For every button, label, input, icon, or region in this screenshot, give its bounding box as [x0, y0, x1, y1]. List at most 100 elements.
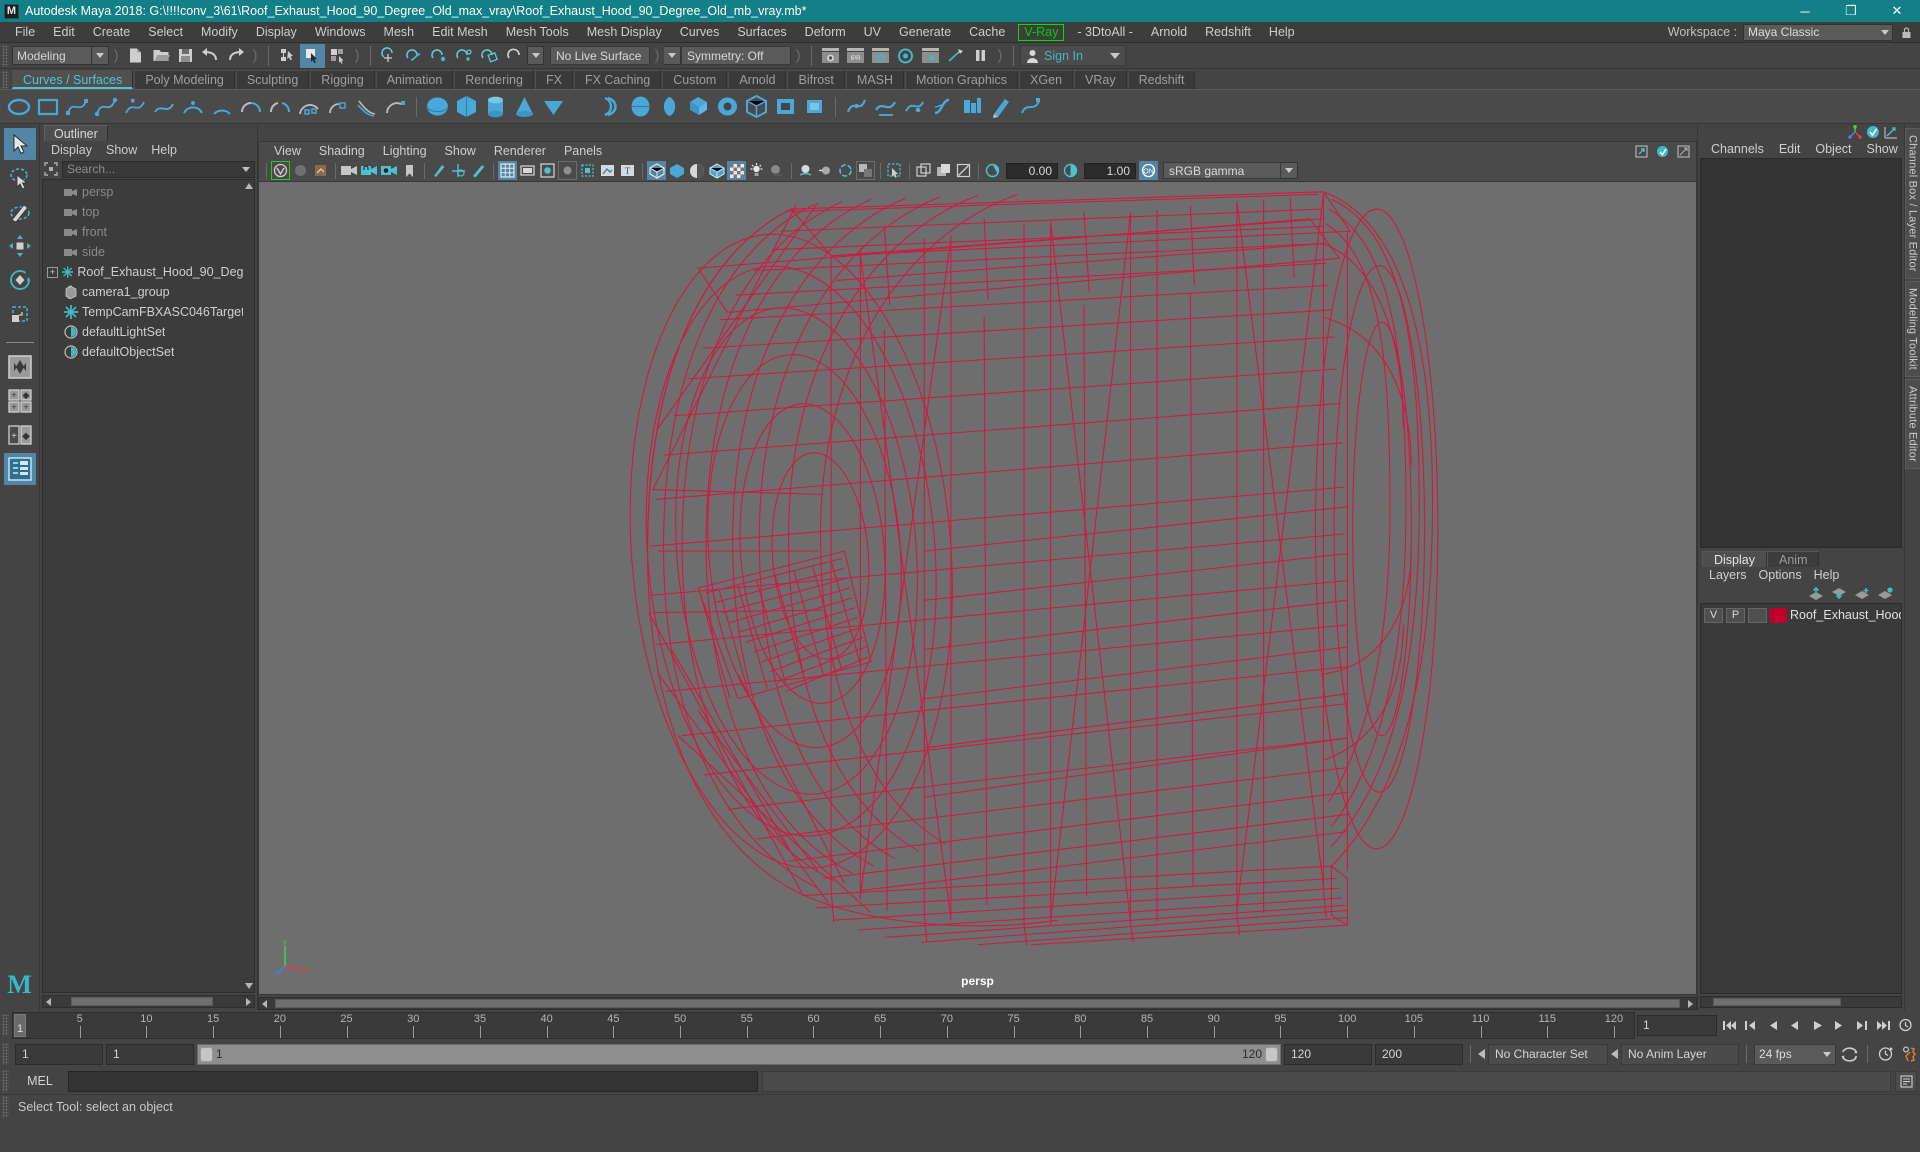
curve-cut-icon[interactable]: [294, 92, 323, 122]
scrollbar-thumb[interactable]: [275, 999, 1680, 1008]
scroll-left-arrow-icon[interactable]: [262, 999, 267, 1008]
layer-tab-anim[interactable]: Anim: [1767, 550, 1820, 567]
shelf-tab-rigging[interactable]: Rigging: [310, 70, 375, 89]
layer-color-swatch[interactable]: [1770, 607, 1787, 623]
render-settings-icon[interactable]: [868, 44, 893, 68]
viewport-menu-lighting[interactable]: Lighting: [374, 144, 436, 158]
perspective-viewport[interactable]: y x z persp: [258, 181, 1697, 995]
layer-type-toggle[interactable]: [1748, 607, 1767, 623]
paint-select-tool-button[interactable]: [4, 196, 36, 228]
snap-to-projected-center-icon[interactable]: [452, 44, 477, 68]
snap-to-curve-icon[interactable]: [402, 44, 427, 68]
select-tool-button[interactable]: [3, 128, 36, 160]
shelf-tab-vray[interactable]: VRay: [1074, 70, 1127, 89]
resolution-gate-icon[interactable]: [538, 161, 557, 180]
menu-generate[interactable]: Generate: [890, 22, 960, 43]
surface-fillet-icon[interactable]: [929, 92, 958, 122]
shelf-tab-sculpting[interactable]: Sculpting: [235, 70, 310, 89]
nurbs-square-icon[interactable]: [33, 92, 62, 122]
nurbs-torus-icon[interactable]: [568, 92, 597, 122]
xray-active-components-icon[interactable]: T: [618, 161, 637, 180]
menu-mesh[interactable]: Mesh: [375, 22, 424, 43]
auto-keyframe-icon[interactable]: [1875, 1044, 1896, 1065]
menu-create[interactable]: Create: [84, 22, 140, 43]
viewport-menu-shading[interactable]: Shading: [310, 144, 374, 158]
play-backwards-icon[interactable]: [1785, 1015, 1806, 1036]
menu-file[interactable]: File: [6, 22, 44, 43]
create-layer-from-selected-icon[interactable]: [1877, 586, 1894, 600]
lock-icon[interactable]: [1899, 25, 1914, 40]
playback-loop-icon[interactable]: [1839, 1044, 1860, 1065]
play-forwards-icon[interactable]: [1807, 1015, 1828, 1036]
scrollbar-thumb[interactable]: [1713, 998, 1841, 1006]
scroll-down-arrow-icon[interactable]: [245, 983, 253, 989]
shelf-tab-fx[interactable]: FX: [534, 70, 573, 89]
menu-vray[interactable]: V-Ray: [1018, 23, 1065, 41]
time-slider[interactable]: 1 5 10 15 20 25 30 35 40 45 50 55 60 65 70 75 80 85 90 95 1…: [12, 1011, 1635, 1039]
use-all-lights-icon[interactable]: [747, 161, 766, 180]
create-layer-icon[interactable]: [1854, 587, 1871, 600]
workspace-combo[interactable]: Maya Classic: [1743, 23, 1893, 41]
texture-display-icon[interactable]: [727, 161, 746, 180]
render-view-icon[interactable]: [918, 44, 943, 68]
outliner-menu-help[interactable]: Help: [145, 143, 183, 157]
nurbs-plane-icon[interactable]: [539, 92, 568, 122]
arc-three-point-icon[interactable]: [178, 92, 207, 122]
wireframe-on-shaded-icon[interactable]: [707, 161, 726, 180]
grid-display-icon[interactable]: [498, 161, 517, 180]
select-hierarchy-icon[interactable]: [275, 44, 300, 68]
vray-vfb-icon[interactable]: [271, 161, 290, 180]
make-live-icon[interactable]: [502, 44, 527, 68]
range-end-handle[interactable]: [1265, 1046, 1278, 1062]
surface-intersect-icon[interactable]: [842, 92, 871, 122]
nurbs-cylinder-icon[interactable]: [481, 92, 510, 122]
layer-menu-layers[interactable]: Layers: [1703, 568, 1753, 582]
menu-help[interactable]: Help: [1260, 22, 1304, 43]
curve-attach-icon[interactable]: [236, 92, 265, 122]
sculpt-geometry-icon[interactable]: [958, 92, 987, 122]
single-view-layout-button[interactable]: [4, 351, 36, 383]
snap-to-point-icon[interactable]: [427, 44, 452, 68]
outliner-item-side[interactable]: side: [43, 242, 254, 262]
expand-toggle-icon[interactable]: +: [47, 266, 58, 278]
render-sequence-icon[interactable]: [943, 44, 968, 68]
ep-curve-tool-icon[interactable]: [91, 92, 120, 122]
symmetry-dropdown[interactable]: [664, 46, 681, 65]
color-management-toggle-icon[interactable]: ON: [1139, 161, 1158, 180]
nurbs-cone-icon[interactable]: [510, 92, 539, 122]
screen-space-ao-icon[interactable]: [796, 161, 815, 180]
menu-mesh-tools[interactable]: Mesh Tools: [497, 22, 578, 43]
anim-layer-field[interactable]: No Anim Layer: [1621, 1043, 1739, 1065]
move-layer-up-icon[interactable]: [1808, 586, 1825, 600]
channelbox-menu-edit[interactable]: Edit: [1772, 142, 1808, 156]
rotate-tool-button[interactable]: [4, 264, 36, 296]
close-button[interactable]: ✕: [1874, 0, 1920, 22]
shelf-tab-animation[interactable]: Animation: [375, 70, 454, 89]
outliner-horizontal-scrollbar[interactable]: [42, 995, 255, 1008]
boundary-icon[interactable]: [742, 92, 771, 122]
layer-tab-display[interactable]: Display: [1702, 550, 1767, 567]
timeslider-grip[interactable]: [2, 1014, 9, 1036]
step-forward-key-icon[interactable]: [1851, 1015, 1872, 1036]
helpline-grip[interactable]: [2, 1095, 9, 1118]
step-back-frame-icon[interactable]: [1763, 1015, 1784, 1036]
planar-icon[interactable]: [655, 92, 684, 122]
film-gate-icon[interactable]: [518, 161, 537, 180]
outliner-menu-display[interactable]: Display: [45, 143, 98, 157]
menu-windows[interactable]: Windows: [306, 22, 375, 43]
range-slider[interactable]: 1 120: [197, 1043, 1281, 1065]
show-rendering-flags-icon[interactable]: [914, 161, 933, 180]
twopoint-perspective-icon[interactable]: [449, 161, 468, 180]
viewport-menu-view[interactable]: View: [265, 144, 310, 158]
shelf-tab-redshift[interactable]: Redshift: [1127, 70, 1196, 89]
curve-offset-icon[interactable]: [352, 92, 381, 122]
curve-fillet-icon[interactable]: [323, 92, 352, 122]
menu-edit[interactable]: Edit: [44, 22, 84, 43]
viewport-horizontal-scrollbar[interactable]: [258, 997, 1697, 1010]
move-tool-button[interactable]: [4, 230, 36, 262]
live-surface-field[interactable]: No Live Surface: [550, 46, 650, 65]
shelf-tab-rendering[interactable]: Rendering: [454, 70, 534, 89]
curve-rebuild-icon[interactable]: [381, 92, 410, 122]
ipr-render-icon[interactable]: IPR: [843, 44, 868, 68]
viewport-menu-show[interactable]: Show: [436, 144, 485, 158]
